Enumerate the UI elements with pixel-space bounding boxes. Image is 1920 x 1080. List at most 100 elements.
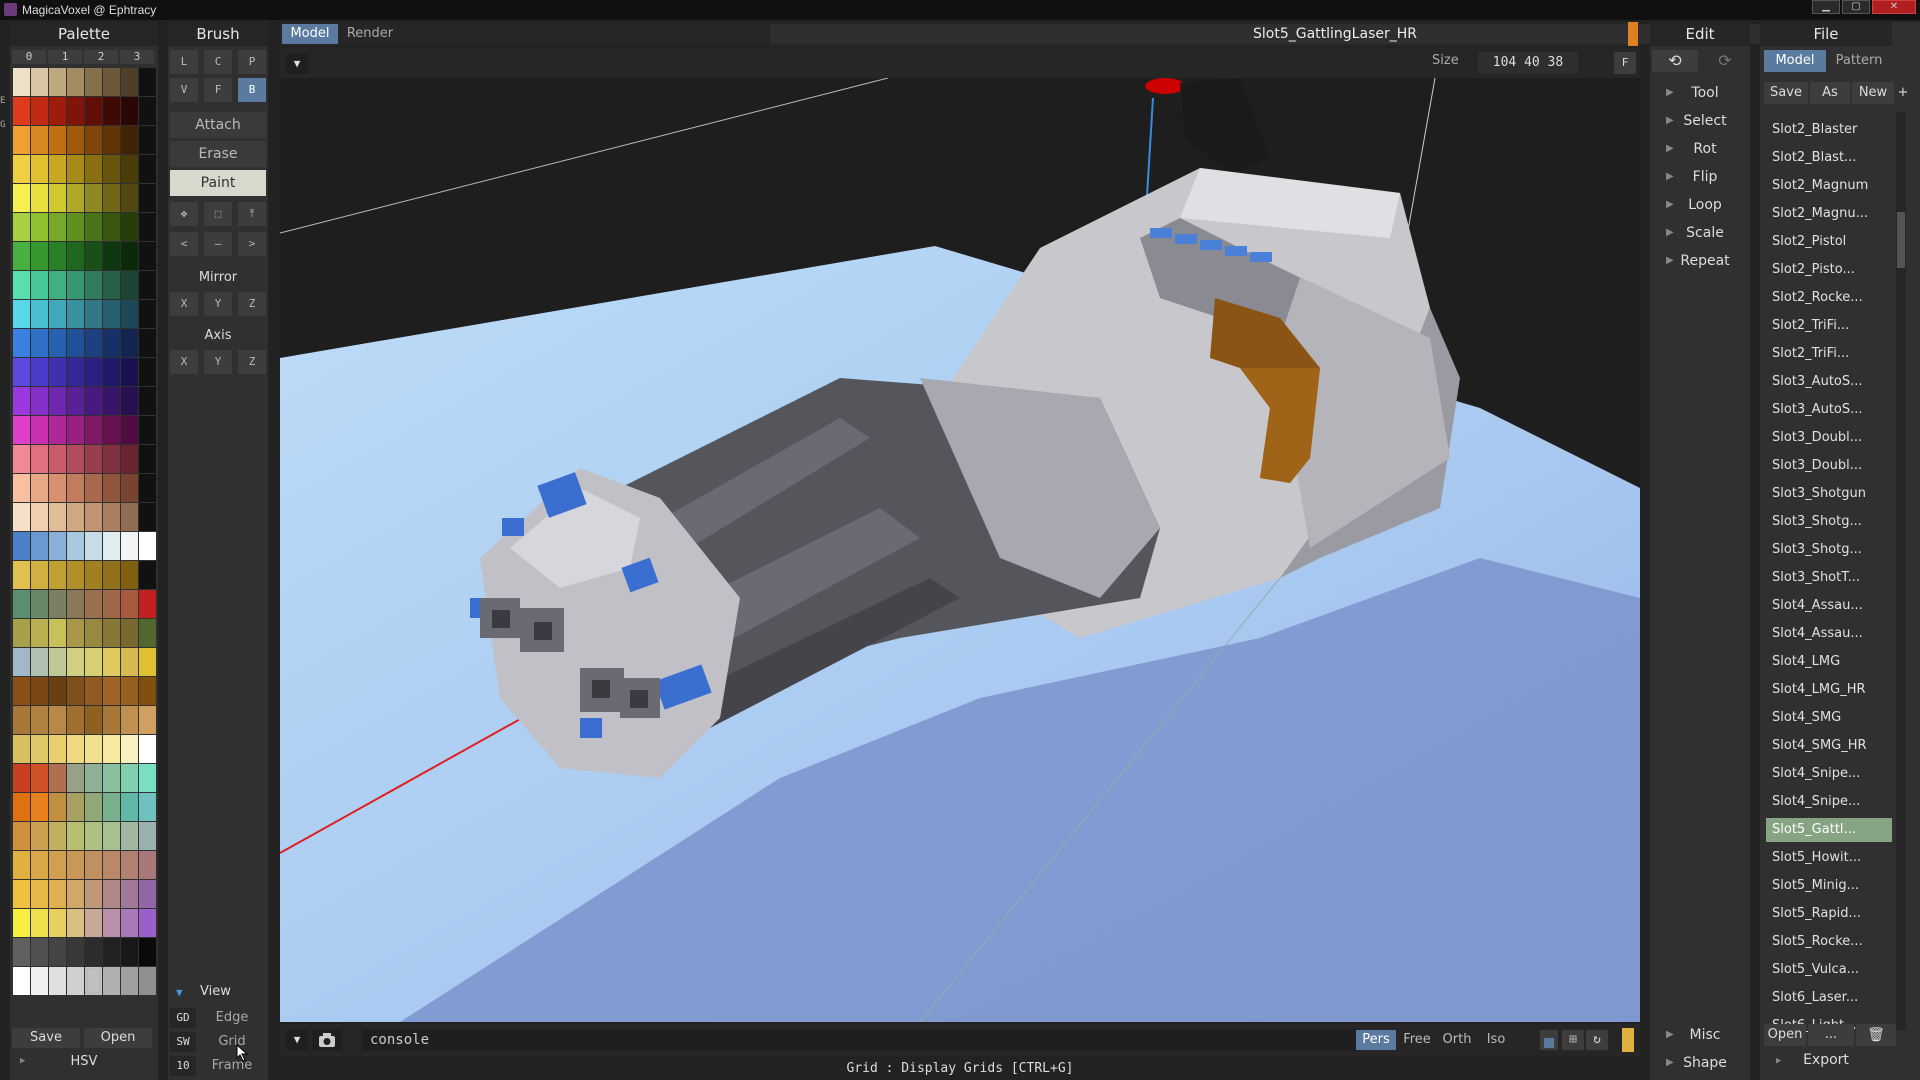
file-list-item[interactable]: Slot4_LMG_HR <box>1766 678 1892 702</box>
color-swatch[interactable] <box>31 735 48 763</box>
color-swatch[interactable] <box>121 706 138 734</box>
file-list-item[interactable]: Slot6_Laser... <box>1766 986 1892 1010</box>
color-swatch[interactable] <box>139 590 156 618</box>
color-swatch[interactable] <box>85 155 102 183</box>
view-free-button[interactable]: Free <box>1398 1030 1436 1050</box>
color-swatch[interactable] <box>67 242 84 270</box>
color-swatch[interactable] <box>103 909 120 937</box>
color-swatch[interactable] <box>103 474 120 502</box>
color-swatch[interactable] <box>103 155 120 183</box>
file-list-item[interactable]: Slot3_ShotT... <box>1766 566 1892 590</box>
color-swatch[interactable] <box>85 532 102 560</box>
color-swatch[interactable] <box>85 648 102 676</box>
file-list-item[interactable]: Slot3_Shotg... <box>1766 510 1892 534</box>
color-swatch[interactable] <box>85 503 102 531</box>
view-iso-button[interactable]: Iso <box>1478 1030 1514 1050</box>
next-arrow[interactable]: > <box>238 232 266 256</box>
color-swatch[interactable] <box>139 880 156 908</box>
color-swatch[interactable] <box>49 764 66 792</box>
file-list-item[interactable]: Slot2_Blast... <box>1766 146 1892 170</box>
palette-open-button[interactable]: Open <box>84 1028 152 1048</box>
color-swatch[interactable] <box>31 619 48 647</box>
color-swatch[interactable] <box>121 68 138 96</box>
color-swatch[interactable] <box>103 503 120 531</box>
color-swatch[interactable] <box>85 271 102 299</box>
color-swatch[interactable] <box>13 532 30 560</box>
mirror-y-button[interactable]: Y <box>204 292 232 316</box>
color-swatch[interactable] <box>139 561 156 589</box>
color-swatch[interactable] <box>67 822 84 850</box>
color-swatch[interactable] <box>121 532 138 560</box>
color-swatch-grid[interactable] <box>13 68 156 996</box>
palette-save-button[interactable]: Save <box>12 1028 80 1048</box>
color-swatch[interactable] <box>103 387 120 415</box>
sw-tag[interactable]: SW <box>170 1032 196 1052</box>
prev-arrow[interactable]: < <box>170 232 198 256</box>
close-button[interactable]: ✕ <box>1872 0 1916 14</box>
color-swatch[interactable] <box>121 503 138 531</box>
dropdown-icon[interactable]: ▼ <box>286 54 308 74</box>
color-swatch[interactable] <box>67 648 84 676</box>
file-list-item[interactable]: Slot2_Blaster <box>1766 118 1892 142</box>
color-swatch[interactable] <box>121 648 138 676</box>
color-swatch[interactable] <box>49 184 66 212</box>
file-open-button[interactable]: Open <box>1764 1024 1806 1046</box>
file-list-item[interactable]: Slot4_Snipe... <box>1766 790 1892 814</box>
color-swatch[interactable] <box>121 329 138 357</box>
file-list-item[interactable]: Slot4_Snipe... <box>1766 762 1892 786</box>
file-list-item[interactable]: Slot3_Doubl... <box>1766 454 1892 478</box>
3d-viewport[interactable] <box>280 78 1640 1022</box>
color-swatch[interactable] <box>31 445 48 473</box>
color-swatch[interactable] <box>85 213 102 241</box>
color-swatch[interactable] <box>67 909 84 937</box>
fit-button[interactable]: F <box>1614 52 1636 74</box>
file-tab-model[interactable]: Model <box>1764 50 1826 72</box>
color-swatch[interactable] <box>67 155 84 183</box>
color-swatch[interactable] <box>49 213 66 241</box>
file-list-item[interactable]: Slot5_Minig... <box>1766 874 1892 898</box>
frame-toggle[interactable]: Frame <box>198 1056 266 1076</box>
color-swatch[interactable] <box>103 706 120 734</box>
color-swatch[interactable] <box>49 735 66 763</box>
color-swatch[interactable] <box>121 561 138 589</box>
view-pers-button[interactable]: Pers <box>1356 1030 1396 1050</box>
color-swatch[interactable] <box>121 416 138 444</box>
color-swatch[interactable] <box>49 619 66 647</box>
color-swatch[interactable] <box>31 880 48 908</box>
color-swatch[interactable] <box>67 880 84 908</box>
color-swatch[interactable] <box>13 706 30 734</box>
color-swatch[interactable] <box>31 242 48 270</box>
color-swatch[interactable] <box>85 416 102 444</box>
color-swatch[interactable] <box>49 155 66 183</box>
color-swatch[interactable] <box>85 967 102 995</box>
palette-col-1[interactable]: 1 <box>48 50 82 64</box>
color-swatch[interactable] <box>85 938 102 966</box>
camera-icon[interactable] <box>312 1029 342 1051</box>
file-list-item[interactable]: Slot5_Vulca... <box>1766 958 1892 982</box>
file-save-button[interactable]: Save <box>1764 82 1808 104</box>
color-swatch[interactable] <box>31 97 48 125</box>
color-swatch[interactable] <box>49 590 66 618</box>
color-swatch[interactable] <box>13 329 30 357</box>
file-list-item[interactable]: Slot2_Rocke... <box>1766 286 1892 310</box>
color-swatch[interactable] <box>85 619 102 647</box>
color-swatch[interactable] <box>85 880 102 908</box>
axis-z-button[interactable]: Z <box>238 350 266 374</box>
color-swatch[interactable] <box>121 967 138 995</box>
attach-button[interactable]: Attach <box>170 112 266 138</box>
color-swatch[interactable] <box>103 851 120 879</box>
color-swatch[interactable] <box>31 358 48 386</box>
color-swatch[interactable] <box>67 358 84 386</box>
color-swatch[interactable] <box>67 706 84 734</box>
color-swatch[interactable] <box>103 358 120 386</box>
color-swatch[interactable] <box>31 213 48 241</box>
color-swatch[interactable] <box>85 764 102 792</box>
file-list-item[interactable]: Slot4_SMG_HR <box>1766 734 1892 758</box>
color-swatch[interactable] <box>49 358 66 386</box>
color-swatch[interactable] <box>121 97 138 125</box>
export-label[interactable]: Export <box>1760 1052 1892 1068</box>
color-swatch[interactable] <box>139 503 156 531</box>
color-swatch[interactable] <box>49 329 66 357</box>
color-swatch[interactable] <box>103 619 120 647</box>
size-value-field[interactable]: 104 40 38 <box>1478 52 1578 74</box>
